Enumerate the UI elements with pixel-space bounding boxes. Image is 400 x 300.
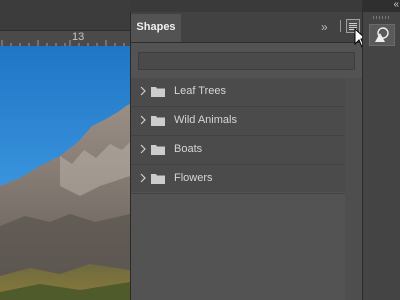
shapes-search-input[interactable] [138, 52, 355, 70]
header-divider [340, 20, 341, 32]
list-item-wild-animals[interactable]: Wild Animals [131, 107, 345, 136]
horizontal-ruler: 13 [0, 0, 130, 47]
shapes-icon [375, 27, 389, 42]
mountain-image [0, 104, 130, 300]
chevron-right-icon[interactable] [139, 115, 147, 125]
folder-icon [151, 116, 165, 126]
dock-grip[interactable] [373, 16, 391, 19]
list-item-boats[interactable]: Boats [131, 136, 345, 165]
chevron-right-icon[interactable] [139, 173, 147, 183]
group-label: Wild Animals [174, 114, 237, 126]
shape-groups-list: Leaf Trees Wild Animals Boats Flowers [131, 78, 345, 194]
list-item-leaf-trees[interactable]: Leaf Trees [131, 78, 345, 107]
canvas-photo[interactable] [0, 46, 130, 300]
panel-scrollbar[interactable] [345, 78, 363, 300]
group-label: Flowers [174, 172, 213, 184]
collapse-panel-icon[interactable]: » [321, 20, 328, 34]
expand-panels-icon[interactable]: « [393, 0, 398, 10]
panel-header: Shapes » [131, 12, 368, 48]
shapes-panel: Shapes » Leaf Trees Wild Animals Boats F… [130, 12, 368, 300]
chevron-right-icon[interactable] [139, 86, 147, 96]
chevron-right-icon[interactable] [139, 144, 147, 154]
group-label: Leaf Trees [174, 85, 226, 97]
tab-shapes[interactable]: Shapes [131, 14, 181, 42]
shapes-panel-button[interactable] [369, 24, 395, 46]
panel-dock [362, 12, 400, 300]
folder-icon [151, 145, 165, 155]
group-label: Boats [174, 143, 203, 155]
dock-collapse-bar[interactable]: « [362, 0, 400, 12]
folder-icon [151, 174, 165, 184]
folder-icon [151, 87, 165, 97]
list-item-flowers[interactable]: Flowers [131, 165, 345, 194]
